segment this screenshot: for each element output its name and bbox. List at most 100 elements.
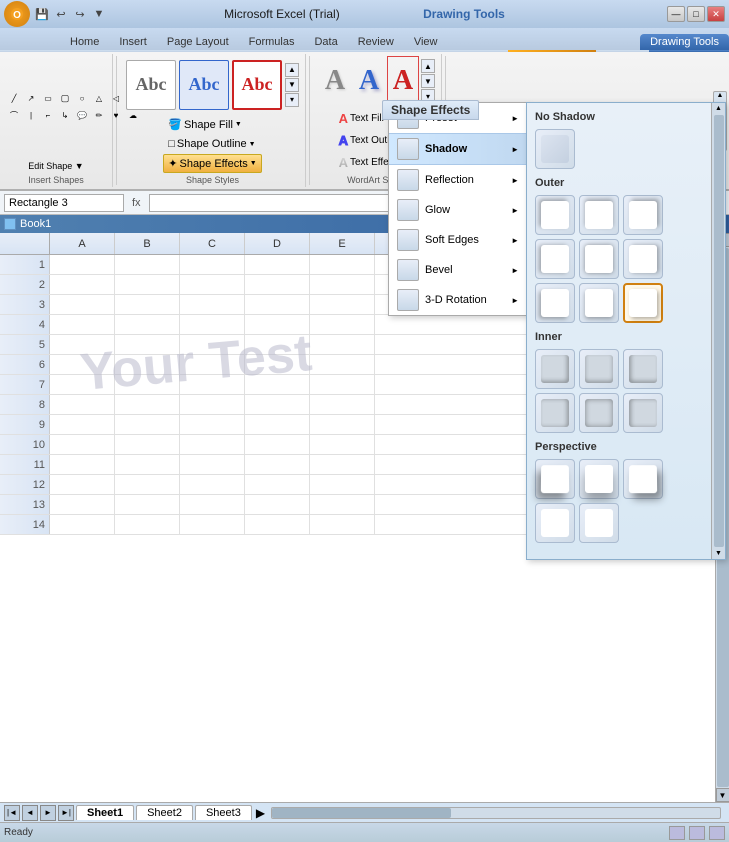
persp-4-shadow[interactable] bbox=[535, 503, 575, 543]
shape-style-2[interactable]: Abc bbox=[179, 60, 229, 110]
outer-c-shadow[interactable] bbox=[579, 239, 619, 279]
edit-shapes-btn[interactable]: Edit Shape ▼ bbox=[24, 159, 87, 173]
persp-left-shadow[interactable] bbox=[535, 459, 575, 499]
no-shadow-item[interactable] bbox=[535, 129, 575, 169]
shadow-inner bbox=[585, 465, 613, 493]
shadow-panel-scrollbar[interactable]: ▲ ▼ bbox=[711, 103, 725, 559]
name-box[interactable] bbox=[4, 194, 124, 212]
tab-view[interactable]: View bbox=[404, 34, 448, 50]
persp-5-shadow[interactable] bbox=[579, 503, 619, 543]
wordart-up-arrow[interactable]: ▲ bbox=[421, 59, 435, 73]
inner-r-shadow[interactable] bbox=[623, 393, 663, 433]
outer-l-shadow[interactable] bbox=[535, 239, 575, 279]
arrow-icon[interactable]: ↗ bbox=[23, 90, 39, 106]
wordart-a1[interactable]: A bbox=[319, 56, 351, 106]
shape-fill-btn[interactable]: 🪣 Shape Fill ▼ bbox=[163, 115, 261, 134]
tab-insert[interactable]: Insert bbox=[109, 34, 157, 50]
line-icon[interactable]: ╱ bbox=[6, 90, 22, 106]
prev-sheet-btn[interactable]: ◄ bbox=[22, 805, 38, 821]
rounded-rect-icon[interactable]: ▢ bbox=[57, 90, 73, 106]
soft-edges-menu-item[interactable]: Soft Edges ► bbox=[389, 225, 527, 255]
close-button[interactable]: ✕ bbox=[707, 6, 725, 22]
save-quick-btn[interactable]: 💾 bbox=[33, 6, 51, 22]
col-d[interactable]: D bbox=[245, 233, 310, 254]
panel-scroll-down[interactable]: ▼ bbox=[713, 548, 724, 559]
connector-icon[interactable]: ⌐ bbox=[40, 107, 56, 123]
panel-scroll-up[interactable]: ▲ bbox=[713, 103, 724, 114]
bend-icon[interactable]: ↳ bbox=[57, 107, 73, 123]
tab-data[interactable]: Data bbox=[304, 34, 347, 50]
cell-a1[interactable] bbox=[50, 255, 115, 274]
col-c[interactable]: C bbox=[180, 233, 245, 254]
function-button[interactable]: fx bbox=[128, 197, 145, 209]
outer-bl-shadow[interactable] bbox=[535, 283, 575, 323]
cell-e1[interactable] bbox=[310, 255, 375, 274]
triangle-icon[interactable]: △ bbox=[91, 90, 107, 106]
outer-b-shadow[interactable] bbox=[579, 283, 619, 323]
outer-br-shadow[interactable] bbox=[623, 283, 663, 323]
minimize-button[interactable]: — bbox=[667, 6, 685, 22]
wordart-a3[interactable]: A bbox=[387, 56, 419, 106]
ribbon-scroll-up[interactable]: ▲ bbox=[717, 92, 724, 99]
styles-down-arrow[interactable]: ▼ bbox=[285, 78, 299, 92]
outer-tr-shadow[interactable] bbox=[623, 195, 663, 235]
shape-effects-btn[interactable]: ✦ Shape Effects ▼ bbox=[163, 154, 261, 173]
sheet-tab-3[interactable]: Sheet3 bbox=[195, 805, 252, 820]
office-button[interactable]: O bbox=[4, 1, 30, 27]
styles-more-arrow[interactable]: ▾ bbox=[285, 93, 299, 107]
tab-page-layout[interactable]: Page Layout bbox=[157, 34, 239, 50]
normal-view-btn[interactable] bbox=[669, 826, 685, 840]
col-e[interactable]: E bbox=[310, 233, 375, 254]
inner-tl-shadow[interactable] bbox=[535, 349, 575, 389]
page-break-btn[interactable] bbox=[709, 826, 725, 840]
next-sheet-btn[interactable]: ► bbox=[40, 805, 56, 821]
sheet-tab-1[interactable]: Sheet1 bbox=[76, 805, 134, 820]
line2-icon[interactable]: | bbox=[23, 107, 39, 123]
col-a[interactable]: A bbox=[50, 233, 115, 254]
freeform-icon[interactable]: ✏ bbox=[91, 107, 107, 123]
dropdown-quick-btn[interactable]: ▼ bbox=[90, 6, 108, 22]
tab-formulas[interactable]: Formulas bbox=[239, 34, 305, 50]
maximize-button[interactable]: □ bbox=[687, 6, 705, 22]
inner-t-shadow[interactable] bbox=[579, 349, 619, 389]
shadow-menu-item[interactable]: Shadow ► bbox=[389, 133, 527, 165]
inner-c-shadow[interactable] bbox=[579, 393, 619, 433]
oval-icon[interactable]: ○ bbox=[74, 90, 90, 106]
wordart-a2[interactable]: A bbox=[353, 56, 385, 106]
shadow-inner bbox=[585, 399, 613, 427]
scroll-down-arrow[interactable]: ▼ bbox=[716, 788, 729, 802]
undo-quick-btn[interactable]: ↩ bbox=[52, 6, 70, 22]
curve-icon[interactable]: ⌒ bbox=[6, 107, 22, 123]
inner-l-shadow[interactable] bbox=[535, 393, 575, 433]
outer-r-shadow[interactable] bbox=[623, 239, 663, 279]
tab-review[interactable]: Review bbox=[348, 34, 404, 50]
add-sheet-btn[interactable]: ▶ bbox=[256, 806, 265, 820]
inner-tr-shadow[interactable] bbox=[623, 349, 663, 389]
col-b[interactable]: B bbox=[115, 233, 180, 254]
last-sheet-btn[interactable]: ►| bbox=[58, 805, 74, 821]
reflection-menu-item[interactable]: Reflection ► bbox=[389, 165, 527, 195]
persp-right-shadow[interactable] bbox=[623, 459, 663, 499]
horizontal-scrollbar[interactable] bbox=[271, 807, 721, 819]
sheet-tab-2[interactable]: Sheet2 bbox=[136, 805, 193, 820]
3d-rotation-menu-item[interactable]: 3-D Rotation ► bbox=[389, 285, 527, 315]
redo-quick-btn[interactable]: ↪ bbox=[71, 6, 89, 22]
tab-home[interactable]: Home bbox=[60, 34, 109, 50]
shape-outline-btn[interactable]: □ Shape Outline ▼ bbox=[163, 135, 261, 153]
first-sheet-btn[interactable]: |◄ bbox=[4, 805, 20, 821]
glow-menu-item[interactable]: Glow ► bbox=[389, 195, 527, 225]
cell-d1[interactable] bbox=[245, 255, 310, 274]
callout-icon[interactable]: 💬 bbox=[74, 107, 90, 123]
shape-style-3[interactable]: Abc bbox=[232, 60, 282, 110]
outer-tl-shadow[interactable] bbox=[535, 195, 575, 235]
persp-center-shadow[interactable] bbox=[579, 459, 619, 499]
outer-t-shadow[interactable] bbox=[579, 195, 619, 235]
styles-up-arrow[interactable]: ▲ bbox=[285, 63, 299, 77]
rect-icon[interactable]: ▭ bbox=[40, 90, 56, 106]
shape-style-1[interactable]: Abc bbox=[126, 60, 176, 110]
cell-b1[interactable] bbox=[115, 255, 180, 274]
page-layout-btn[interactable] bbox=[689, 826, 705, 840]
cell-c1[interactable] bbox=[180, 255, 245, 274]
bevel-menu-item[interactable]: Bevel ► bbox=[389, 255, 527, 285]
wordart-down-arrow[interactable]: ▼ bbox=[421, 74, 435, 88]
